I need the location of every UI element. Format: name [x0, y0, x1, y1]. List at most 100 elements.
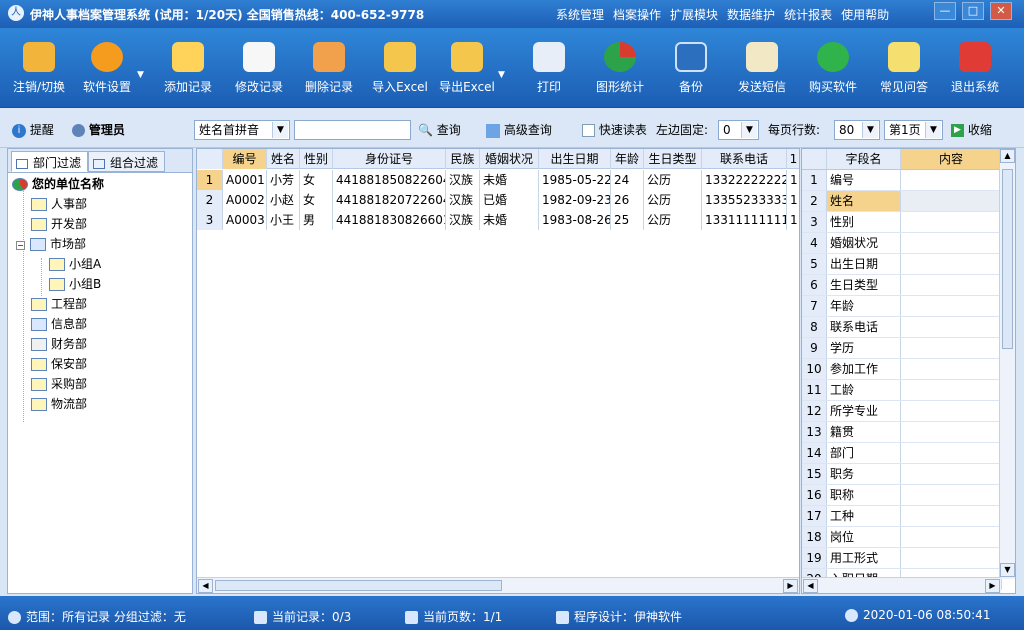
horizontal-scrollbar[interactable]: ◀ ▶	[197, 577, 799, 593]
add-record-button[interactable]: 添加记录	[153, 42, 223, 95]
quick-read-checkbox[interactable]: 快速读表	[582, 121, 647, 138]
close-button[interactable]: ✕	[990, 2, 1012, 20]
print-button[interactable]: 打印	[514, 42, 584, 95]
field-row[interactable]: 1 编号	[802, 170, 1002, 191]
table-row[interactable]: 2 A0002 小赵女 441881820722604 汉族 已婚 1982-09-23 26…	[197, 190, 799, 210]
table-cell[interactable]: 441881850822604	[333, 170, 446, 190]
tree-node[interactable]: 财务部	[31, 335, 87, 353]
chart-stat-button[interactable]: 图形统计	[585, 42, 655, 95]
table-cell[interactable]: 未婚	[480, 170, 539, 190]
menu-help[interactable]: 使用帮助	[841, 8, 889, 22]
scroll-up-icon[interactable]: ▲	[1000, 149, 1015, 163]
send-sms-button[interactable]: 发送短信	[727, 42, 797, 95]
field-content-cell[interactable]	[901, 233, 1002, 253]
table-cell[interactable]: 1982-09-23	[539, 190, 611, 210]
collapse-toggle-icon[interactable]: −	[16, 241, 25, 250]
field-content-cell[interactable]	[901, 380, 1002, 400]
scroll-down-icon[interactable]: ▼	[1000, 563, 1015, 577]
maximize-button[interactable]: □	[962, 2, 984, 20]
field-name-cell[interactable]: 婚姻状况	[827, 233, 901, 253]
menu-report[interactable]: 统计报表	[784, 8, 832, 22]
column-header[interactable]: 1	[787, 149, 799, 169]
export-excel-button[interactable]: 导出Excel	[432, 42, 502, 95]
table-cell[interactable]: 女	[300, 190, 333, 210]
field-row[interactable]: 16 职称	[802, 485, 1002, 506]
field-content-cell[interactable]	[901, 359, 1002, 379]
tab-combined-filter[interactable]: 组合过滤	[88, 151, 166, 172]
table-cell[interactable]: 女	[300, 170, 333, 190]
field-content-cell[interactable]	[901, 338, 1002, 358]
field-content-cell[interactable]	[901, 401, 1002, 421]
table-cell[interactable]: A0002	[223, 190, 267, 210]
tree-node[interactable]: 工程部	[31, 295, 87, 313]
table-cell[interactable]: 1	[787, 170, 799, 190]
column-header[interactable]: 生日类型	[644, 149, 702, 169]
table-cell[interactable]: 1	[787, 190, 799, 210]
table-cell[interactable]: 汉族	[446, 190, 480, 210]
table-cell[interactable]: 小芳	[267, 170, 300, 190]
field-content-cell[interactable]	[901, 464, 1002, 484]
table-cell[interactable]: 441881830826601	[333, 210, 446, 230]
tree-root[interactable]: 您的单位名称	[12, 175, 104, 193]
field-row[interactable]: 17 工种	[802, 506, 1002, 527]
field-content-cell[interactable]	[901, 275, 1002, 295]
field-name-cell[interactable]: 联系电话	[827, 317, 901, 337]
tree-node[interactable]: 人事部	[31, 195, 87, 213]
column-header[interactable]: 身份证号	[333, 149, 446, 169]
column-header[interactable]: 编号	[223, 149, 267, 169]
settings-dropdown-icon[interactable]: ▼	[137, 70, 144, 80]
tree-node-expanded[interactable]: − 市场部	[16, 235, 86, 253]
horizontal-scrollbar[interactable]: ◀ ▶	[802, 577, 1001, 593]
tree-node[interactable]: 物流部	[31, 395, 87, 413]
field-row[interactable]: 2 姓名	[802, 191, 1002, 212]
column-header[interactable]: 年龄	[611, 149, 644, 169]
field-row[interactable]: 3 性别	[802, 212, 1002, 233]
field-name-cell[interactable]: 部门	[827, 443, 901, 463]
field-content-cell[interactable]	[901, 443, 1002, 463]
field-row[interactable]: 8 联系电话	[802, 317, 1002, 338]
collapse-button[interactable]: ▶ 收缩	[951, 121, 992, 138]
field-row[interactable]: 7 年龄	[802, 296, 1002, 317]
logout-button[interactable]: 注销/切换	[4, 42, 74, 95]
menu-system[interactable]: 系统管理	[556, 8, 604, 22]
exit-button[interactable]: 退出系统	[940, 42, 1010, 95]
field-name-cell[interactable]: 姓名	[827, 191, 901, 211]
column-header[interactable]: 民族	[446, 149, 480, 169]
table-cell[interactable]: 26	[611, 190, 644, 210]
tree-node[interactable]: 信息部	[31, 315, 87, 333]
content-header[interactable]: 内容	[901, 149, 1002, 169]
settings-button[interactable]: 软件设置	[72, 42, 142, 95]
field-row[interactable]: 4 婚姻状况	[802, 233, 1002, 254]
admin-label-group[interactable]: 管理员	[72, 121, 125, 138]
field-name-cell[interactable]: 用工形式	[827, 548, 901, 568]
field-content-cell[interactable]	[901, 548, 1002, 568]
left-fixed-select[interactable]: 0 ▼	[718, 120, 759, 140]
field-name-cell[interactable]: 所学专业	[827, 401, 901, 421]
delete-record-button[interactable]: 删除记录	[294, 42, 364, 95]
table-cell[interactable]: 未婚	[480, 210, 539, 230]
field-row[interactable]: 5 出生日期	[802, 254, 1002, 275]
tree-node[interactable]: 开发部	[31, 215, 87, 233]
search-button[interactable]: 🔍 查询	[418, 121, 461, 138]
column-header[interactable]: 姓名	[267, 149, 300, 169]
field-content-cell[interactable]	[901, 170, 1002, 190]
table-cell[interactable]: 小赵	[267, 190, 300, 210]
field-name-cell[interactable]: 岗位	[827, 527, 901, 547]
table-cell[interactable]: 25	[611, 210, 644, 230]
table-cell[interactable]: A0003	[223, 210, 267, 230]
field-row[interactable]: 12 所学专业	[802, 401, 1002, 422]
table-cell[interactable]: 13355233333	[702, 190, 787, 210]
minimize-button[interactable]: —	[934, 2, 956, 20]
table-cell[interactable]: 公历	[644, 190, 702, 210]
field-name-cell[interactable]: 职称	[827, 485, 901, 505]
table-cell[interactable]: 公历	[644, 210, 702, 230]
field-name-cell[interactable]: 工种	[827, 506, 901, 526]
column-header[interactable]: 婚姻状况	[480, 149, 539, 169]
scroll-right-icon[interactable]: ▶	[985, 579, 1000, 593]
field-name-cell[interactable]: 性别	[827, 212, 901, 232]
table-row[interactable]: 1 A0001 小芳女 441881850822604 汉族 未婚 1985-05-22 24…	[197, 170, 799, 190]
field-row[interactable]: 11 工龄	[802, 380, 1002, 401]
search-input[interactable]	[294, 120, 411, 140]
table-cell[interactable]: 公历	[644, 170, 702, 190]
search-field-select[interactable]: 姓名首拼音 ▼	[194, 120, 290, 140]
